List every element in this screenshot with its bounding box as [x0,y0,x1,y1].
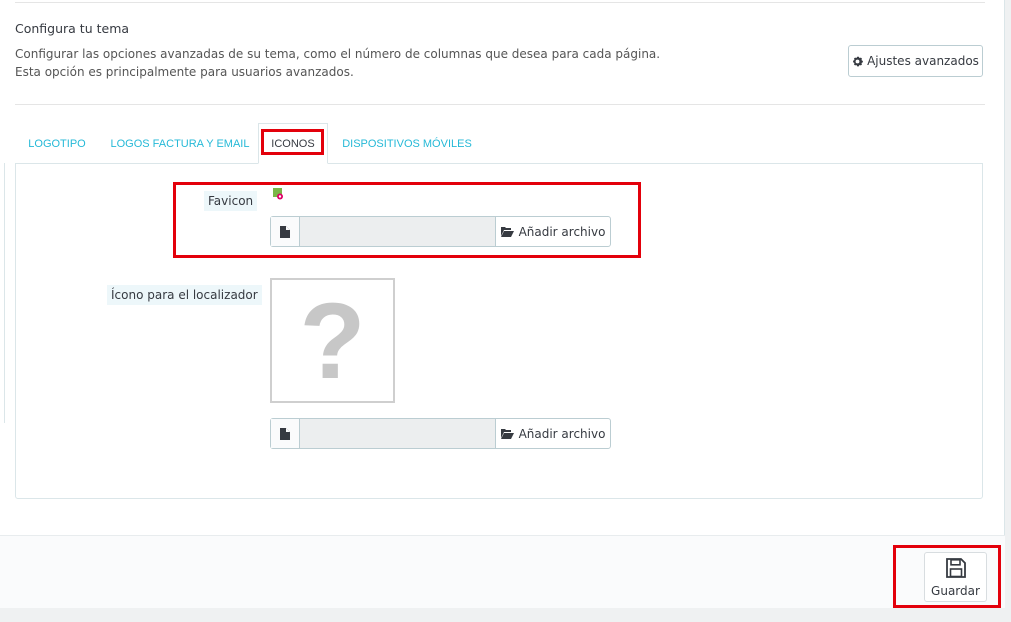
tab-label: LOGOTIPO [28,137,86,150]
save-button[interactable]: Guardar [924,552,987,602]
tab-iconos[interactable]: ICONOS [258,123,328,164]
tab-label: ICONOS [271,137,315,150]
tab-dispositivos-moviles[interactable]: DISPOSITIVOS MÓVILES [333,123,481,164]
tab-bar: LOGOTIPO LOGOS FACTURA Y EMAIL ICONOS DI… [15,123,983,164]
locator-icon-preview: ? [270,278,395,403]
section-description: Configurar las opciones avanzadas de su … [15,47,661,79]
favicon-add-file-button[interactable]: Añadir archivo [496,217,610,246]
theme-config-panel: Configura tu tema Configurar las opcione… [0,0,1005,608]
favicon-label: Favicon [204,191,258,211]
top-divider [15,2,985,3]
advanced-settings-button[interactable]: Ajustes avanzados [848,45,983,77]
tab-logos-factura-email[interactable]: LOGOS FACTURA Y EMAIL [103,123,257,164]
panel-footer [0,535,1005,608]
question-mark-icon: ? [299,279,366,401]
locator-add-file-button[interactable]: Añadir archivo [496,419,610,448]
section-title: Configura tu tema [15,21,130,36]
locator-add-file-label: Añadir archivo [518,426,606,441]
favicon-preview-icon [273,188,283,200]
advanced-settings-label: Ajustes avanzados [867,54,979,68]
tab-label: LOGOS FACTURA Y EMAIL [110,137,250,150]
file-icon [271,419,300,448]
locator-icon-label: Ícono para el localizador [107,285,262,305]
file-icon [271,217,300,246]
favicon-add-file-label: Añadir archivo [518,224,606,239]
folder-open-icon [500,227,514,237]
folder-open-icon [500,429,514,439]
locator-file-input[interactable]: Añadir archivo [270,418,611,449]
favicon-file-name[interactable] [300,217,496,246]
section-divider [15,104,985,105]
locator-file-name[interactable] [300,419,496,448]
tab-label: DISPOSITIVOS MÓVILES [342,137,472,150]
favicon-file-input[interactable]: Añadir archivo [270,216,611,247]
save-label: Guardar [931,584,980,598]
left-border-stub [0,163,5,423]
tab-logotipo[interactable]: LOGOTIPO [15,123,99,164]
floppy-disk-icon [945,558,966,578]
gear-icon [853,56,863,66]
